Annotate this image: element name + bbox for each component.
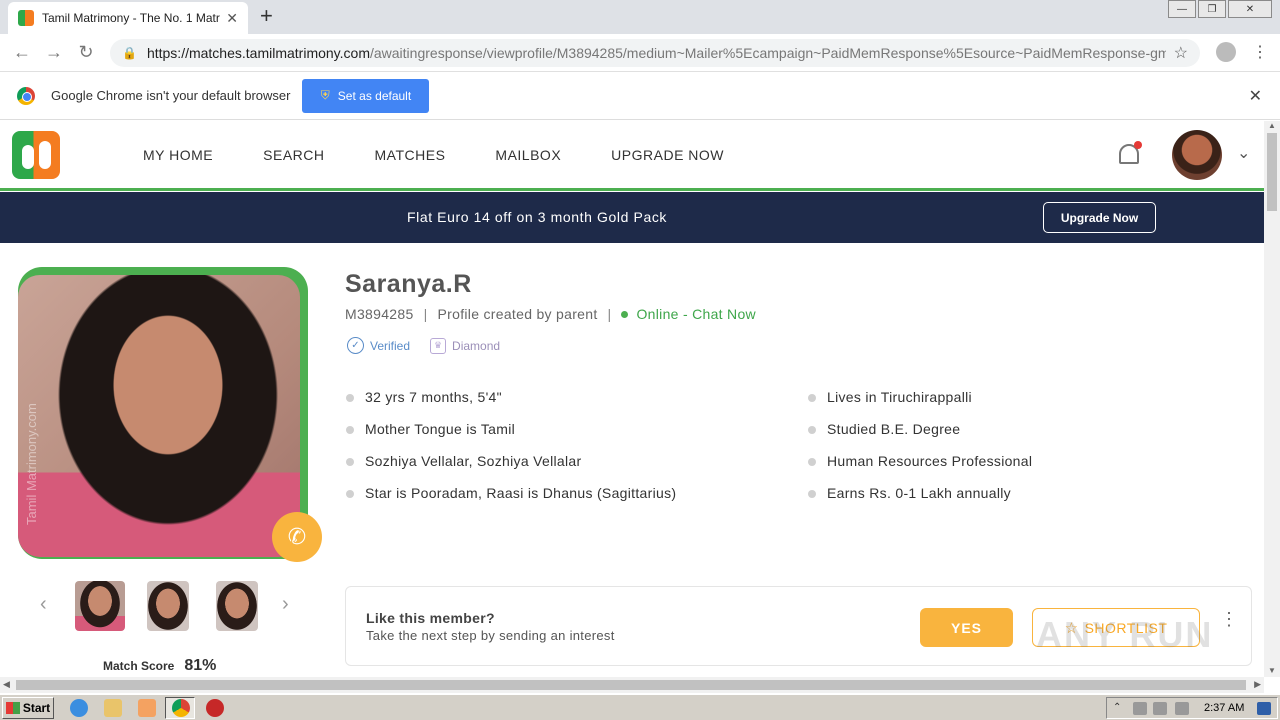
network-icon[interactable]	[1153, 702, 1167, 715]
profile-fact: Sozhiya Vellalar, Sozhiya Vellalar	[346, 453, 676, 485]
photo-thumbnail[interactable]	[147, 581, 189, 631]
profile-photo-frame: Tamil Matrimony.com	[18, 267, 308, 559]
url-text[interactable]: https://matches.tamilmatrimony.com/await…	[147, 45, 1166, 61]
tab-close-icon[interactable]: ✕	[226, 10, 238, 27]
profile-subline: M3894285 | Profile created by parent | O…	[345, 306, 756, 322]
photo-thumbnail[interactable]	[75, 581, 125, 631]
horizontal-scrollbar[interactable]: ◀ ▶	[0, 677, 1264, 693]
more-options-icon[interactable]: ⋮	[1220, 610, 1238, 628]
start-button[interactable]: Start	[2, 697, 54, 719]
chevron-down-icon[interactable]: ⌄	[1237, 143, 1250, 163]
call-button[interactable]: ✆	[272, 512, 322, 562]
profile-facts-left: 32 yrs 7 months, 5'4" Mother Tongue is T…	[346, 389, 676, 517]
nav-my-home[interactable]: MY HOME	[143, 147, 213, 163]
thumb-next-icon[interactable]: ›	[282, 593, 289, 616]
phone-icon: ✆	[287, 524, 307, 549]
notification-bell-icon[interactable]	[1116, 141, 1142, 167]
profile-fact: Human Resources Professional	[808, 453, 1032, 485]
match-score-value: 81%	[184, 657, 217, 674]
site-header: MY HOME SEARCH MATCHES MAILBOX UPGRADE N…	[0, 121, 1264, 191]
profile-fact: 32 yrs 7 months, 5'4"	[346, 389, 676, 421]
warning-app-icon[interactable]	[206, 699, 224, 717]
match-score: Match Score 81%	[103, 657, 216, 675]
browser-tab[interactable]: Tamil Matrimony - The No. 1 Matrimony ✕	[8, 2, 248, 34]
windows-flag-icon	[5, 702, 20, 714]
windows-taskbar: Start ⌃ 2:37 AM	[0, 694, 1280, 720]
promo-text: Flat Euro 14 off on 3 month Gold Pack	[406, 209, 668, 225]
thumb-prev-icon[interactable]: ‹	[40, 593, 47, 616]
media-player-icon[interactable]	[138, 699, 156, 717]
system-tray: ⌃ 2:37 AM	[1106, 697, 1278, 719]
user-avatar[interactable]	[1172, 130, 1222, 180]
show-desktop-icon[interactable]	[1257, 702, 1271, 715]
browser-titlebar: Tamil Matrimony - The No. 1 Matrimony ✕ …	[0, 0, 1280, 34]
profile-badges: ✓ Verified ♛ Diamond	[347, 337, 500, 354]
nav-matches[interactable]: MATCHES	[375, 147, 446, 163]
set-default-button[interactable]: ⛨ Set as default	[302, 78, 430, 113]
profile-fact: Earns Rs. 0-1 Lakh annually	[808, 485, 1032, 517]
new-tab-button[interactable]: +	[260, 4, 273, 28]
bookmark-star-icon[interactable]: ☆	[1174, 43, 1188, 63]
upgrade-now-button[interactable]: Upgrade Now	[1043, 202, 1156, 233]
tray-arrow-icon[interactable]: ⌃	[1113, 702, 1127, 715]
nav-upgrade-now[interactable]: UPGRADE NOW	[611, 147, 724, 163]
minimize-button[interactable]: —	[1168, 0, 1196, 18]
diamond-badge: ♛ Diamond	[430, 337, 500, 354]
folder-icon[interactable]	[104, 699, 122, 717]
volume-icon[interactable]	[1133, 702, 1147, 715]
window-controls: — ❐ ✕	[1166, 0, 1272, 18]
chrome-logo-icon	[17, 86, 35, 105]
reload-icon[interactable]: ↻	[76, 42, 96, 62]
clock: 2:37 AM	[1204, 702, 1245, 714]
site-favicon-icon	[18, 10, 34, 26]
yes-button[interactable]: YES	[920, 608, 1013, 647]
verified-check-icon: ✓	[347, 337, 364, 354]
anyrun-watermark: ANY RUN	[1036, 614, 1214, 655]
infobar-close-icon[interactable]: ✕	[1249, 86, 1262, 106]
profile-created-by: Profile created by parent	[437, 306, 598, 322]
profile-facts-right: Lives in Tiruchirappalli Studied B.E. De…	[808, 389, 1032, 517]
online-chat-link[interactable]: Online - Chat Now	[636, 306, 755, 322]
back-arrow-icon[interactable]: ←	[12, 42, 32, 62]
tamil-matrimony-logo[interactable]	[12, 131, 60, 179]
tab-title: Tamil Matrimony - The No. 1 Matrimony	[42, 11, 220, 25]
verified-badge: ✓ Verified	[347, 337, 410, 354]
promo-banner: Flat Euro 14 off on 3 month Gold Pack Up…	[0, 192, 1264, 243]
profile-id: M3894285	[345, 306, 414, 322]
profile-photo[interactable]: Tamil Matrimony.com	[18, 275, 300, 557]
ie-icon[interactable]	[70, 699, 88, 717]
profile-fact: Mother Tongue is Tamil	[346, 421, 676, 453]
browser-toolbar: ← → ↻ 🔒 https://matches.tamilmatrimony.c…	[0, 34, 1280, 72]
forward-arrow-icon[interactable]: →	[44, 42, 64, 62]
default-browser-infobar: Google Chrome isn't your default browser…	[0, 72, 1280, 120]
nav-mailbox[interactable]: MAILBOX	[495, 147, 561, 163]
photo-thumbnail[interactable]	[216, 581, 258, 631]
profile-name: Saranya.R	[345, 270, 472, 298]
address-bar[interactable]: 🔒 https://matches.tamilmatrimony.com/awa…	[110, 39, 1200, 67]
flag-icon[interactable]	[1175, 702, 1189, 715]
match-score-label: Match Score	[103, 659, 175, 673]
chrome-icon	[172, 699, 190, 717]
shield-icon: ⛨	[320, 88, 330, 102]
profile-fact: Star is Pooradam, Raasi is Dhanus (Sagit…	[346, 485, 676, 517]
set-default-label: Set as default	[337, 88, 412, 103]
infobar-message: Google Chrome isn't your default browser	[51, 88, 291, 103]
interest-subtext: Take the next step by sending an interes…	[366, 628, 615, 643]
browser-profile-icon[interactable]	[1216, 42, 1236, 62]
browser-menu-icon[interactable]: ⋮	[1252, 42, 1268, 62]
interest-question: Like this member?	[366, 610, 495, 626]
main-nav: MY HOME SEARCH MATCHES MAILBOX UPGRADE N…	[143, 147, 774, 163]
photo-watermark: Tamil Matrimony.com	[24, 403, 39, 525]
lock-icon: 🔒	[122, 46, 137, 60]
profile-fact: Lives in Tiruchirappalli	[808, 389, 1032, 421]
nav-search[interactable]: SEARCH	[263, 147, 324, 163]
online-status-dot	[621, 310, 629, 318]
vertical-scrollbar[interactable]: ▲ ▼	[1264, 121, 1280, 677]
crown-icon: ♛	[430, 337, 447, 354]
notification-dot	[1134, 141, 1142, 149]
window-close-button[interactable]: ✕	[1228, 0, 1272, 18]
maximize-button[interactable]: ❐	[1198, 0, 1226, 18]
profile-fact: Studied B.E. Degree	[808, 421, 1032, 453]
